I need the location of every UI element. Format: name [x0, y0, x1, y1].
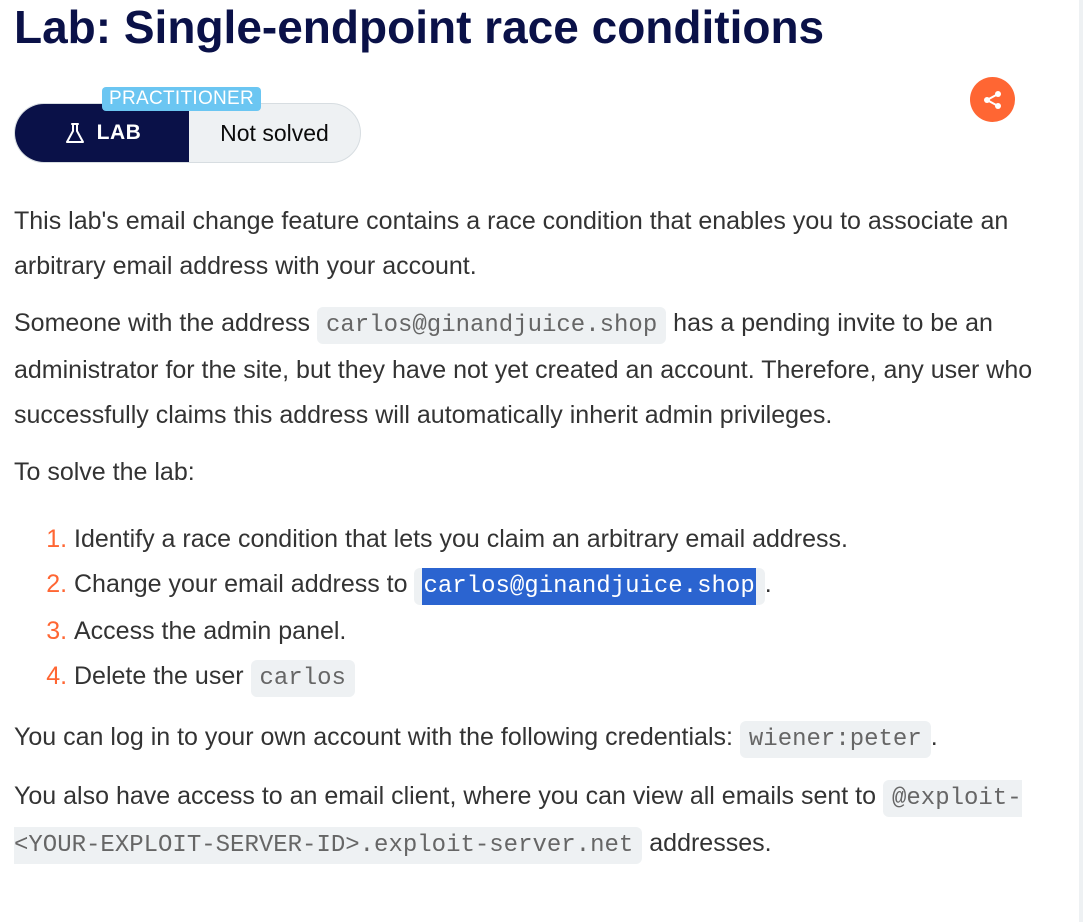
- code-credentials: wiener:peter: [739, 721, 931, 758]
- step-item: Delete the user carlos: [74, 654, 1054, 701]
- lab-status-widget: LAB Not solved: [14, 103, 361, 163]
- selected-text[interactable]: carlos@ginandjuice.shop: [422, 568, 756, 605]
- step-text: Change your email address to: [74, 570, 415, 598]
- credentials-paragraph: You can log in to your own account with …: [14, 715, 1054, 762]
- text: You can log in to your own account with …: [14, 723, 740, 751]
- share-button[interactable]: [970, 77, 1015, 122]
- text: You also have access to an email client,…: [14, 782, 883, 810]
- lab-description: This lab's email change feature contains…: [14, 199, 1054, 880]
- text: addresses.: [642, 829, 772, 857]
- step-item: Access the admin panel.: [74, 609, 1054, 654]
- intro-paragraph: This lab's email change feature contains…: [14, 207, 1009, 280]
- step-text: .: [764, 570, 772, 598]
- step-text: Delete the user: [74, 662, 251, 690]
- page-scrollbar-edge: [1079, 0, 1083, 922]
- step-text: Access the admin panel.: [74, 617, 347, 645]
- flask-icon: [63, 121, 87, 145]
- solution-steps: Identify a race condition that lets you …: [14, 517, 1054, 701]
- lab-badge-label: LAB: [96, 121, 142, 144]
- solve-heading: To solve the lab:: [14, 458, 195, 486]
- admin-invite-paragraph: Someone with the address carlos@ginandju…: [14, 301, 1054, 438]
- text: Someone with the address: [14, 309, 317, 337]
- lab-status-text: Not solved: [220, 119, 329, 146]
- step-item: Identify a race condition that lets you …: [74, 517, 1054, 562]
- page-title: Lab: Single-endpoint race conditions: [14, 1, 825, 53]
- step-text: Identify a race condition that lets you …: [74, 525, 848, 553]
- code-email[interactable]: carlos@ginandjuice.shop: [414, 568, 765, 605]
- text: .: [930, 723, 938, 751]
- share-icon: [982, 89, 1004, 111]
- level-tag: PRACTITIONER: [102, 87, 262, 111]
- step-item: Change your email address to carlos@gina…: [74, 562, 1054, 609]
- code-username: carlos: [250, 660, 355, 697]
- email-client-paragraph: You also have access to an email client,…: [14, 774, 1054, 868]
- code-email: carlos@ginandjuice.shop: [316, 307, 667, 344]
- lab-badge: LAB: [15, 104, 189, 162]
